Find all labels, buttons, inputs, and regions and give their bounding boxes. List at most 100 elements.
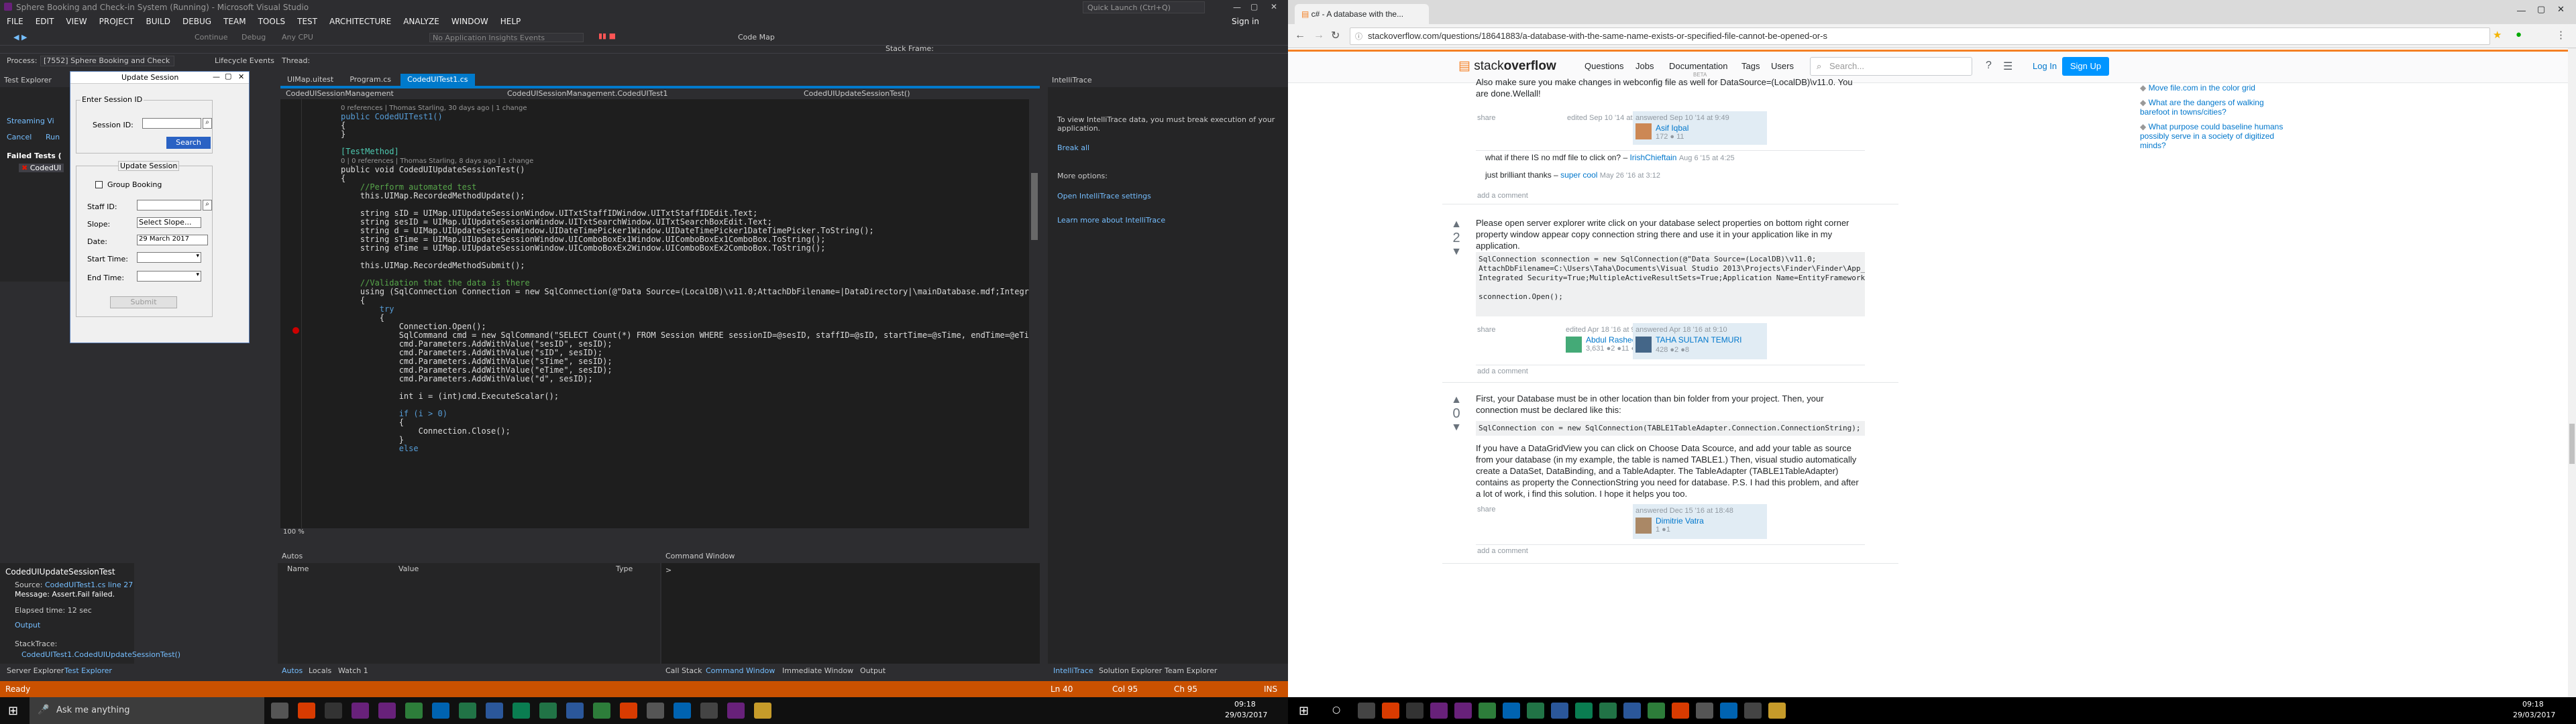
pause-icon[interactable]: ▮▮ ■	[598, 32, 616, 40]
search-button[interactable]: Search	[166, 137, 211, 149]
tab-command-window[interactable]: Command Window	[706, 666, 775, 675]
app-green-icon[interactable]	[1479, 703, 1496, 719]
add-comment-link[interactable]: add a comment	[1477, 192, 1528, 200]
nav-project-dropdown[interactable]: CodedUISessionManagement	[286, 89, 394, 98]
tab-watch1[interactable]: Watch 1	[338, 666, 368, 675]
menu-build[interactable]: BUILD	[146, 17, 170, 26]
app-dark-icon[interactable]	[1744, 703, 1762, 719]
cancel-link[interactable]: Cancel	[7, 133, 32, 141]
menu-tools[interactable]: TOOLS	[258, 17, 286, 26]
excel-2-icon[interactable]	[539, 703, 557, 719]
menu-team[interactable]: TEAM	[223, 17, 246, 26]
tab-server-explorer[interactable]: Server Explorer	[7, 666, 64, 675]
store-icon[interactable]	[432, 703, 449, 719]
answer-3-share[interactable]: share	[1477, 505, 1496, 514]
cortana-icon[interactable]: ○	[1332, 705, 1340, 715]
related-link[interactable]: What purpose could baseline humans possi…	[2140, 122, 2283, 150]
clock-time[interactable]: 09:18	[1234, 700, 1256, 709]
steam-icon[interactable]	[325, 703, 342, 719]
tab-test-explorer[interactable]: Test Explorer	[64, 666, 112, 675]
steam-icon[interactable]	[1406, 703, 1424, 719]
page-scrollbar-thumb[interactable]	[2569, 424, 2575, 464]
excel-icon[interactable]	[1527, 703, 1544, 719]
page-scrollbar[interactable]	[2568, 48, 2576, 697]
date-picker[interactable]: 29 March 2017	[137, 235, 208, 245]
visual-studio-icon[interactable]	[1430, 703, 1448, 719]
visual-studio-icon[interactable]	[352, 703, 369, 719]
menu-view[interactable]: VIEW	[66, 17, 87, 26]
comment-1-user[interactable]: IrishChieftain	[1629, 153, 1676, 162]
answer-2-share[interactable]: share	[1477, 326, 1496, 334]
break-all-link[interactable]: Break all	[1057, 143, 1089, 152]
app-green-2-icon[interactable]	[593, 703, 610, 719]
nav-tags[interactable]: Tags	[1741, 61, 1760, 71]
project-icon[interactable]	[1575, 703, 1593, 719]
downvote-icon[interactable]: ▼	[1446, 246, 1466, 258]
task-view-icon[interactable]	[1358, 703, 1375, 719]
app-green-icon[interactable]	[405, 703, 423, 719]
chrome-menu-icon[interactable]: ⋮	[2556, 29, 2566, 41]
task-view-icon[interactable]	[271, 703, 288, 719]
avatar[interactable]	[1566, 337, 1582, 353]
menu-edit[interactable]: EDIT	[36, 17, 54, 26]
intellitrace-settings-link[interactable]: Open IntelliTrace settings	[1057, 192, 1151, 200]
clock-date[interactable]: 29/03/2017	[1225, 711, 1267, 719]
browser-tab[interactable]: ▤ c# - A database with the...	[1295, 4, 1429, 24]
back-icon[interactable]: ◀ ▶	[13, 33, 27, 42]
reload-icon[interactable]: ↻	[1331, 29, 1340, 42]
search-icon[interactable]: ⌕	[203, 118, 212, 129]
code-map-button[interactable]: Code Map	[738, 33, 775, 42]
word-icon[interactable]	[486, 703, 503, 719]
app-blue-icon[interactable]	[674, 703, 691, 719]
tab-intellitrace[interactable]: IntelliTrace	[1053, 666, 1093, 675]
editor-scrollbar[interactable]	[1029, 99, 1040, 528]
vs-running-icon[interactable]	[727, 703, 745, 719]
quick-launch-input[interactable]: Quick Launch (Ctrl+Q)	[1083, 1, 1205, 13]
related-link[interactable]: What are the dangers of walking barefoot…	[2140, 98, 2264, 117]
avatar[interactable]	[1635, 337, 1652, 353]
zoom-level[interactable]: 100 %	[280, 528, 321, 539]
tab-output[interactable]: Output	[860, 666, 885, 675]
upvote-icon[interactable]: ▲	[1446, 394, 1466, 406]
menu-test[interactable]: TEST	[297, 17, 317, 26]
menu-analyze[interactable]: ANALYZE	[403, 17, 439, 26]
dialog-maximize-button[interactable]: ▢	[225, 72, 231, 80]
menu-window[interactable]: WINDOW	[451, 17, 488, 26]
failed-test-item[interactable]: ✖ CodedUI	[19, 164, 64, 172]
help-icon[interactable]: ?	[1986, 60, 1992, 72]
avatar[interactable]	[1635, 518, 1652, 534]
app-dark-icon[interactable]	[700, 703, 718, 719]
stacktrace-link[interactable]: CodedUITest1.CodedUIUpdateSessionTest()	[21, 650, 180, 659]
extension-icon[interactable]: ●	[2516, 29, 2522, 40]
app-gold-icon[interactable]	[754, 703, 771, 719]
group-booking-checkbox[interactable]	[95, 181, 103, 188]
browser-minimize-button[interactable]: —	[2517, 5, 2526, 15]
failed-tests-group[interactable]: Failed Tests (	[7, 152, 62, 160]
code-editor[interactable]: 0 references | Thomas Starling, 30 days …	[280, 99, 1040, 528]
login-link[interactable]: Log In	[2033, 61, 2057, 71]
related-link-item[interactable]: ◆ Move file.com in the color grid	[2140, 83, 2294, 93]
app-gold-icon[interactable]	[1768, 703, 1786, 719]
slope-select[interactable]: Select Slope...	[137, 217, 201, 228]
so-search-input[interactable]: Search...	[1810, 57, 1972, 76]
chrome-icon[interactable]	[298, 703, 315, 719]
breakpoint-icon[interactable]	[292, 327, 299, 334]
answer-1-share[interactable]: share	[1477, 114, 1496, 122]
clock-date[interactable]: 29/03/2017	[2513, 711, 2555, 719]
sign-in-link[interactable]: Sign in	[1232, 17, 1259, 26]
firefox-icon[interactable]	[620, 703, 637, 719]
tab-call-stack[interactable]: Call Stack	[665, 666, 702, 675]
related-link[interactable]: Move file.com in the color grid	[2149, 83, 2255, 93]
session-id-input[interactable]	[142, 118, 201, 129]
forward-arrow-icon[interactable]: →	[1313, 29, 1324, 42]
browser-maximize-button[interactable]: ▢	[2537, 4, 2545, 15]
visual-studio-2-icon[interactable]	[1454, 703, 1472, 719]
store-icon[interactable]	[1503, 703, 1520, 719]
streaming-view[interactable]: Streaming Vi	[7, 117, 54, 125]
signup-button[interactable]: Sign Up	[2062, 57, 2109, 76]
dialog-minimize-button[interactable]: —	[213, 72, 220, 81]
excel-2-icon[interactable]	[1599, 703, 1617, 719]
menu-help[interactable]: HELP	[500, 17, 521, 26]
address-bar[interactable]: stackoverflow.com/questions/18641883/a-d…	[1350, 27, 2490, 45]
output-link[interactable]: Output	[15, 621, 40, 629]
